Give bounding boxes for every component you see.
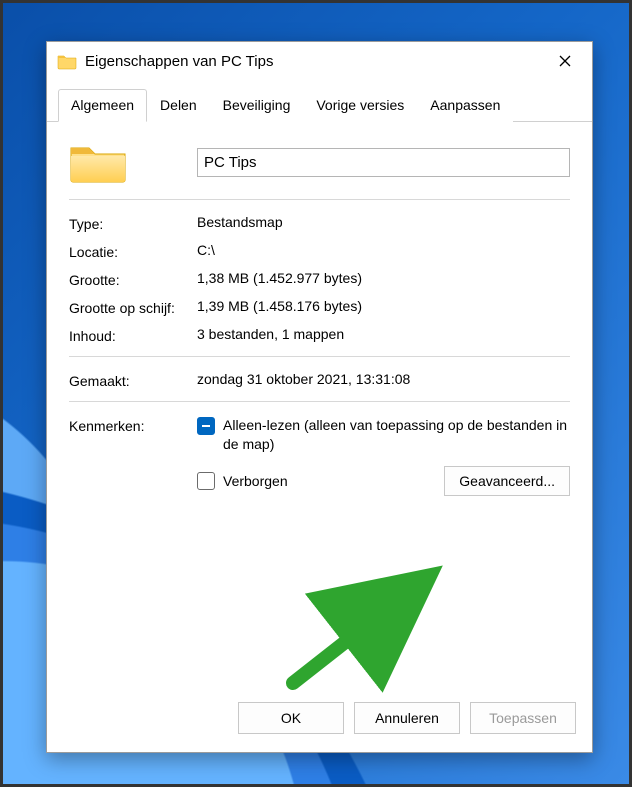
cancel-button[interactable]: Annuleren: [354, 702, 460, 734]
tab-share[interactable]: Delen: [147, 89, 210, 122]
label-created: Gemaakt:: [69, 371, 197, 389]
folder-name-input[interactable]: [197, 148, 570, 177]
tab-strip: Algemeen Delen Beveiliging Vorige versie…: [47, 88, 592, 122]
advanced-button[interactable]: Geavanceerd...: [444, 466, 570, 496]
tab-customize[interactable]: Aanpassen: [417, 89, 513, 122]
value-size: 1,38 MB (1.452.977 bytes): [197, 270, 570, 286]
folder-icon: [57, 51, 77, 71]
value-type: Bestandsmap: [197, 214, 570, 230]
label-size-on-disk: Grootte op schijf:: [69, 298, 197, 316]
tab-general[interactable]: Algemeen: [58, 89, 147, 122]
dialog-footer: OK Annuleren Toepassen: [47, 688, 592, 752]
divider: [69, 199, 570, 200]
label-type: Type:: [69, 214, 197, 232]
tab-panel-general: Type: Bestandsmap Locatie: C:\ Grootte: …: [47, 122, 592, 688]
label-attributes: Kenmerken:: [69, 416, 197, 434]
divider: [69, 356, 570, 357]
properties-dialog: Eigenschappen van PC Tips Algemeen Delen…: [46, 41, 593, 753]
hidden-label: Verborgen: [223, 473, 288, 489]
folder-icon-large: [69, 138, 197, 187]
close-button[interactable]: [544, 46, 586, 76]
title-bar: Eigenschappen van PC Tips: [47, 42, 592, 80]
label-contains: Inhoud:: [69, 326, 197, 344]
value-location: C:\: [197, 242, 570, 258]
window-title: Eigenschappen van PC Tips: [85, 53, 544, 70]
apply-button[interactable]: Toepassen: [470, 702, 576, 734]
readonly-checkbox[interactable]: [197, 417, 215, 435]
readonly-label: Alleen-lezen (alleen van toepassing op d…: [223, 416, 570, 454]
value-size-on-disk: 1,39 MB (1.458.176 bytes): [197, 298, 570, 314]
value-contains: 3 bestanden, 1 mappen: [197, 326, 570, 342]
tab-versions[interactable]: Vorige versies: [303, 89, 417, 122]
tab-security[interactable]: Beveiliging: [210, 89, 304, 122]
ok-button[interactable]: OK: [238, 702, 344, 734]
label-size: Grootte:: [69, 270, 197, 288]
divider: [69, 401, 570, 402]
label-location: Locatie:: [69, 242, 197, 260]
value-created: zondag 31 oktober 2021, 13:31:08: [197, 371, 570, 387]
hidden-checkbox[interactable]: [197, 472, 215, 490]
